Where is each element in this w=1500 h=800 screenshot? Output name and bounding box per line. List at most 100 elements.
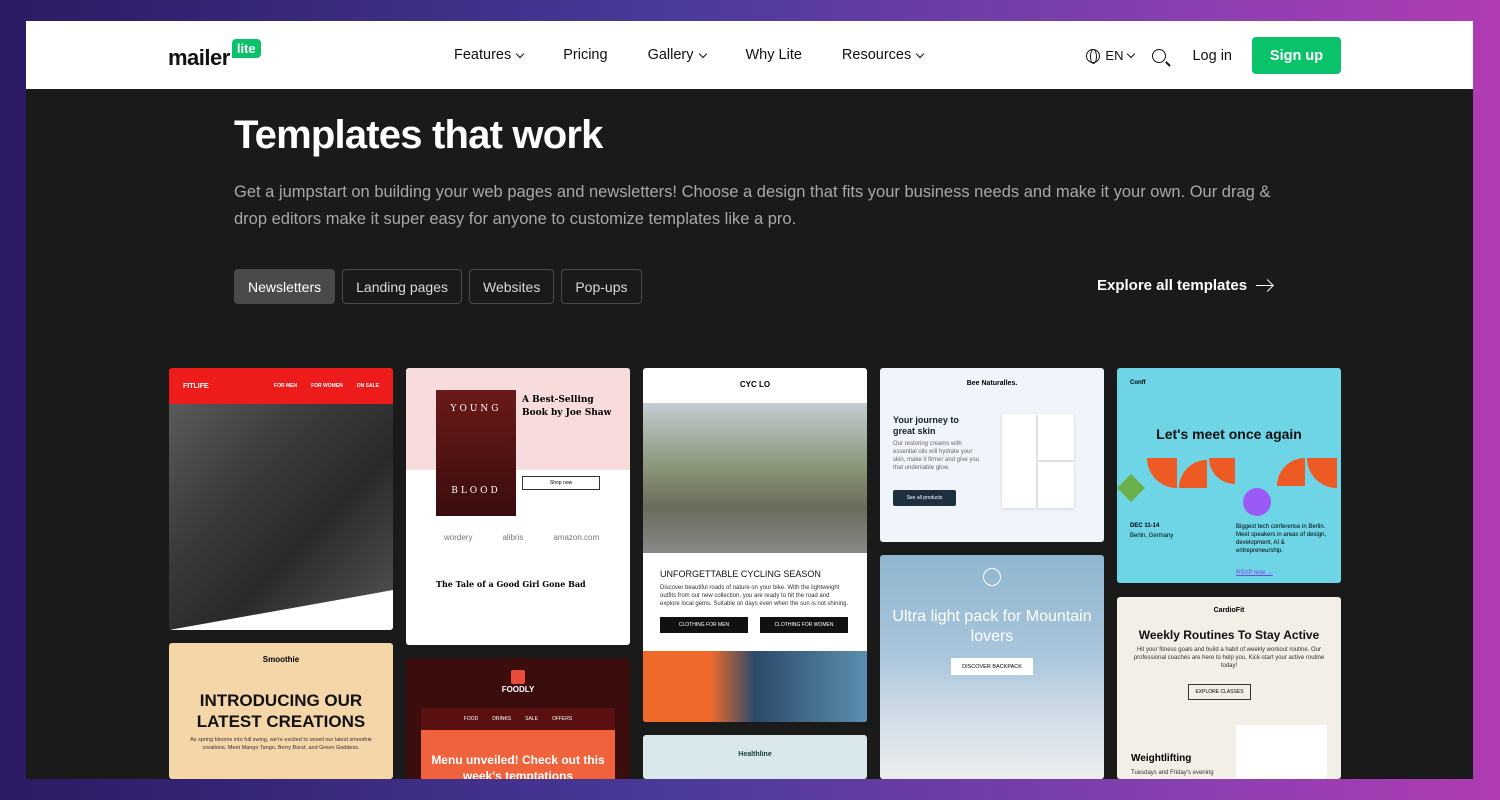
nav-features[interactable]: Features xyxy=(454,47,525,63)
nav-gallery[interactable]: Gallery xyxy=(647,47,707,63)
nav-pricing[interactable]: Pricing xyxy=(563,47,607,63)
cyclists-photo xyxy=(643,403,867,553)
page-title: Templates that work xyxy=(234,113,603,157)
fitlife-link: ON SALE xyxy=(356,383,379,389)
fitlife-link: FOR MEN xyxy=(274,383,298,389)
conff-text: Biggest tech conference in Berlin. Meet … xyxy=(1236,524,1327,554)
product-box xyxy=(1002,414,1036,508)
see-all-products-button: See all products xyxy=(893,490,956,506)
conff-place: Berlin, Germany xyxy=(1130,533,1174,539)
smoothie-heading: INTRODUCING OUR LATEST CREATIONS xyxy=(196,691,366,731)
cardiofit-subtext: Tuesdays and Friday's evening xyxy=(1131,770,1214,776)
cardiofit-subheading: Weightlifting xyxy=(1131,753,1192,764)
foodly-brand: FOODLY xyxy=(501,685,535,694)
foodly-nav: FOOD DRINKS SALE OFFERS xyxy=(421,708,615,730)
template-card-young-blood[interactable]: YOUNG BLOOD A Best-Selling Book by Joe S… xyxy=(406,368,630,645)
chevron-down-icon xyxy=(915,49,925,58)
cardiofit-brand: CardioFit xyxy=(1213,607,1245,614)
nav-resources-label: Resources xyxy=(841,47,912,63)
template-card-smoothie[interactable]: Smoothie INTRODUCING OUR LATEST CREATION… xyxy=(169,643,393,779)
template-card-bee-naturalles[interactable]: Bee Naturalles. Your journey to great sk… xyxy=(880,368,1104,542)
young-blood-title: A Best-Selling Book by Joe Shaw xyxy=(522,395,612,418)
chevron-down-icon xyxy=(1127,49,1136,59)
conff-shapes xyxy=(1117,458,1341,518)
cardiofit-heading: Weekly Routines To Stay Active xyxy=(1138,628,1320,642)
retailer-logos: wordery alibris amazon.com xyxy=(444,533,599,542)
foodly-link: OFFERS xyxy=(551,716,573,722)
page-description: Get a jumpstart on building your web pag… xyxy=(234,183,1271,228)
arrow-right-icon xyxy=(1256,284,1273,287)
template-card-ultra-light[interactable]: Ultra light pack for Mountain lovers DIS… xyxy=(880,555,1104,779)
nav-resources[interactable]: Resources xyxy=(841,47,925,63)
template-card-fitlife[interactable]: FITLIFE FOR MEN FOR WOMEN ON SALE xyxy=(169,368,393,630)
conff-brand: Conff xyxy=(1130,380,1146,386)
cyclo-gear-photo xyxy=(643,651,867,722)
cyclo-text: Discover beautiful roads of nature on yo… xyxy=(660,585,849,607)
nav-why-lite-label: Why Lite xyxy=(745,47,802,63)
logo-word: mailer xyxy=(168,45,230,70)
conff-heading: Let's meet once again xyxy=(1156,426,1302,442)
foodly-link: DRINKS xyxy=(492,716,512,722)
product-box xyxy=(1038,414,1074,460)
tab-landing-pages[interactable]: Landing pages xyxy=(342,269,463,304)
cyclo-buttons: CLOTHING FOR MEN CLOTHING FOR WOMEN xyxy=(643,617,865,633)
shop-now-button: Shop now xyxy=(522,476,600,490)
mailerlite-logo[interactable]: mailer lite xyxy=(168,39,261,71)
template-card-foodly[interactable]: FOODLY FOOD DRINKS SALE OFFERS Menu unve… xyxy=(406,658,630,779)
retailer-logo: alibris xyxy=(502,533,524,542)
clothing-women-button: CLOTHING FOR WOMEN xyxy=(760,617,848,633)
retailer-logo: wordery xyxy=(444,533,473,542)
template-card-cardiofit[interactable]: CardioFit Weekly Routines To Stay Active… xyxy=(1117,597,1341,779)
main-menu: Features Pricing Gallery Why Lite Resour… xyxy=(454,21,963,89)
fitlife-links: FOR MEN FOR WOMEN ON SALE xyxy=(274,383,379,389)
athlete-photo xyxy=(1236,725,1327,779)
chevron-down-icon xyxy=(515,49,525,58)
nav-gallery-label: Gallery xyxy=(647,47,694,63)
language-selector[interactable]: EN xyxy=(1086,48,1136,64)
bee-text: Our restoring creams with essential oils… xyxy=(893,441,980,471)
foodly-link: FOOD xyxy=(463,716,479,722)
template-card-conff[interactable]: Conff Let's meet once again DEC 11-14 Be… xyxy=(1117,368,1341,583)
smoothie-brand: Smoothie xyxy=(262,655,300,664)
cyclo-heading: UNFORGETTABLE CYCLING SEASON xyxy=(660,569,821,579)
explore-all-templates-link[interactable]: Explore all templates xyxy=(1097,277,1273,294)
explore-label: Explore all templates xyxy=(1097,277,1248,294)
tab-websites[interactable]: Websites xyxy=(469,269,555,304)
book-title-bottom: BLOOD xyxy=(451,486,501,496)
template-card-cyclo[interactable]: CYC LO UNFORGETTABLE CYCLING SEASON Disc… xyxy=(643,368,867,722)
foodly-link: SALE xyxy=(525,716,538,722)
browser-frame: mailer lite Features Pricing Gallery Why… xyxy=(26,21,1473,779)
mountain-logo-icon xyxy=(983,568,1001,586)
template-tabs: Newsletters Landing pages Websites Pop-u… xyxy=(234,269,642,304)
template-card-healthline[interactable]: Healthline xyxy=(643,735,867,779)
bee-heading: Your journey to great skin xyxy=(893,415,959,436)
ultra-heading: Ultra light pack for Mountain lovers xyxy=(892,608,1092,645)
fitlife-link: FOR WOMEN xyxy=(311,383,343,389)
explore-classes-button: EXPLORE CLASSES xyxy=(1188,684,1251,700)
fitlife-brand: FITLIFE xyxy=(183,382,209,390)
cardiofit-text: Hit your fitness goals and build a habit… xyxy=(1133,647,1325,669)
nav-pricing-label: Pricing xyxy=(563,47,608,63)
conff-rsvp: RSVP now → xyxy=(1236,570,1273,576)
foodly-heading: Menu unveiled! Check out this week's tem… xyxy=(421,730,615,779)
nav-why-lite[interactable]: Why Lite xyxy=(746,47,802,63)
clothing-men-button: CLOTHING FOR MEN xyxy=(660,617,748,633)
foodly-logo-icon xyxy=(511,670,525,684)
signup-button[interactable]: Sign up xyxy=(1252,37,1341,74)
tab-popups[interactable]: Pop-ups xyxy=(561,269,642,304)
search-icon[interactable] xyxy=(1152,48,1167,63)
login-link[interactable]: Log in xyxy=(1192,48,1232,64)
young-blood-heading: The Tale of a Good Girl Gone Bad xyxy=(436,579,586,589)
nav-features-label: Features xyxy=(454,47,512,63)
language-label: EN xyxy=(1105,48,1124,63)
nav-right: EN Log in Sign up xyxy=(1086,37,1341,74)
discover-backpack-button: DISCOVER BACKPACK xyxy=(951,658,1033,675)
smoothie-text: As spring blooms into full swing, we're … xyxy=(190,737,372,751)
cyclo-brand: CYC LO xyxy=(739,380,771,389)
book-title-top: YOUNG xyxy=(450,404,502,414)
conff-date: DEC 11-14 xyxy=(1130,523,1160,529)
tab-newsletters[interactable]: Newsletters xyxy=(234,269,336,304)
top-nav: mailer lite Features Pricing Gallery Why… xyxy=(26,21,1473,89)
product-box xyxy=(1038,462,1074,508)
book-cover: YOUNG BLOOD xyxy=(436,390,516,516)
